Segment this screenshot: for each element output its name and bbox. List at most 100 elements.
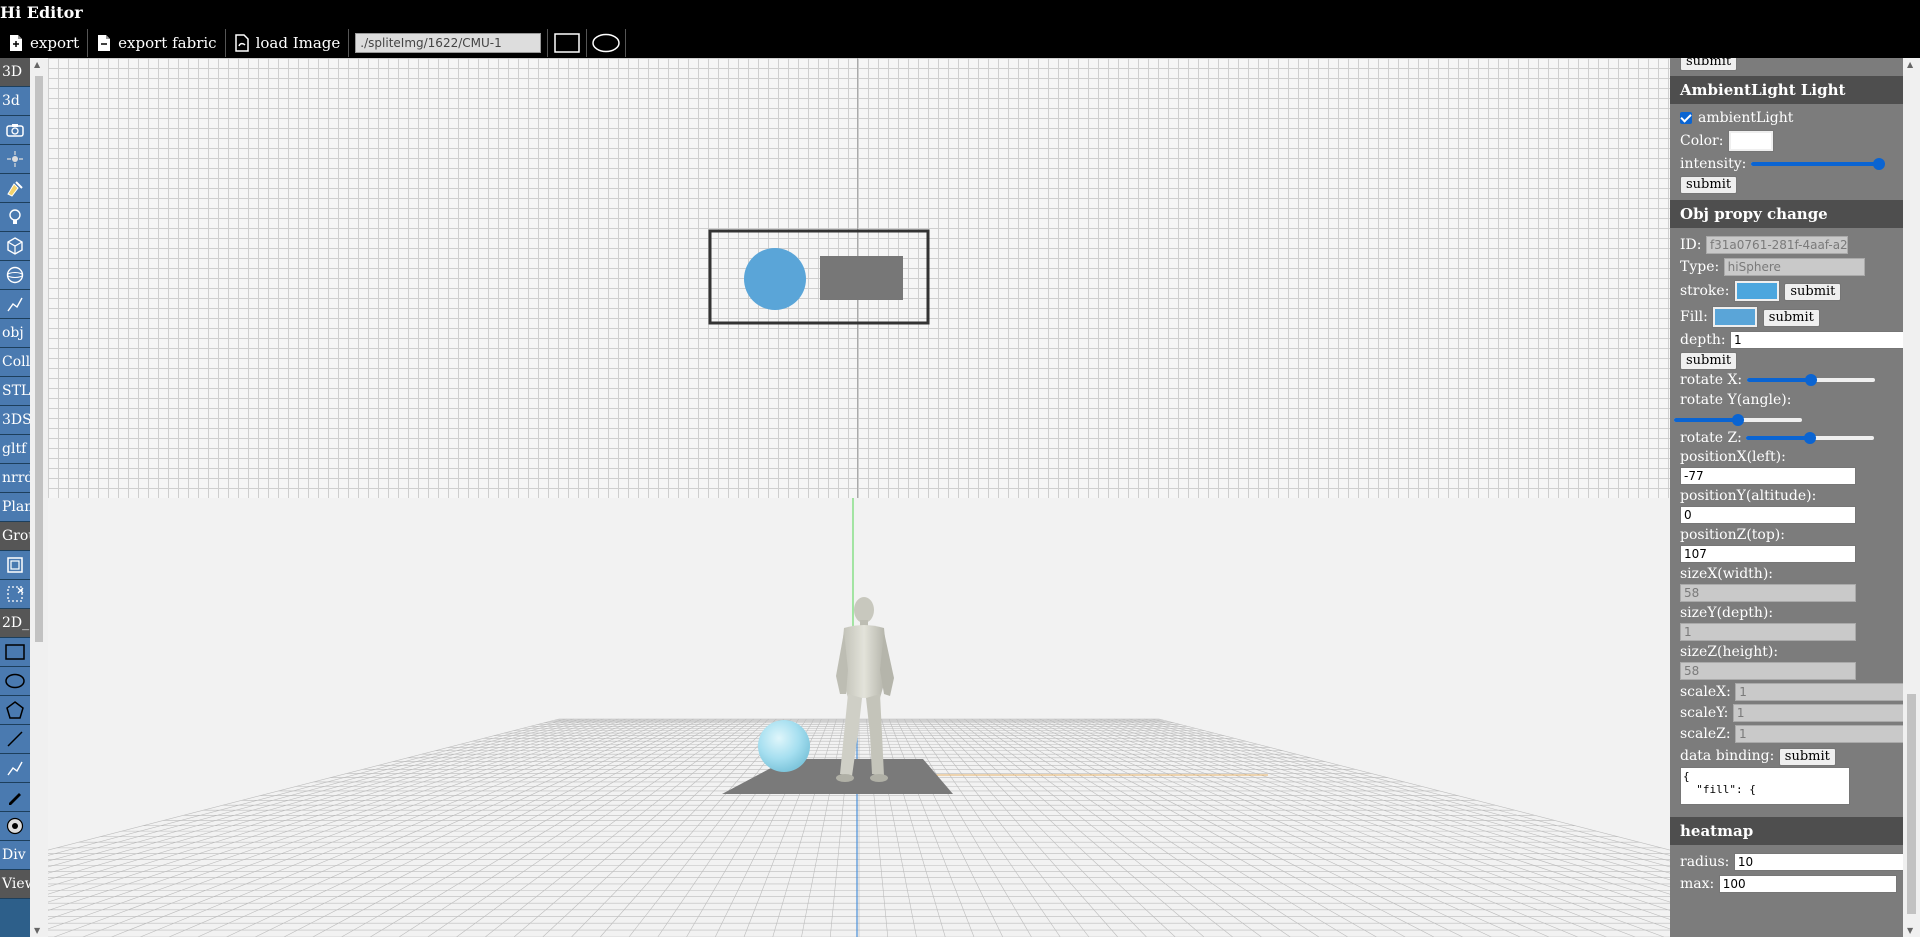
sidebar-item-polyline[interactable] bbox=[0, 290, 30, 319]
ambient-submit-button[interactable]: submit bbox=[1680, 176, 1738, 194]
draw-ellipse-button[interactable] bbox=[587, 29, 627, 57]
sidebar-item-plane[interactable]: Plane bbox=[0, 493, 30, 522]
sidebar-item-colla[interactable]: Colla bbox=[0, 348, 30, 377]
depth-submit-button[interactable]: submit bbox=[1680, 352, 1738, 370]
depth-field[interactable]: 1 bbox=[1730, 331, 1903, 349]
rotate-y-slider[interactable] bbox=[1674, 413, 1802, 427]
sphere-icon bbox=[6, 266, 24, 284]
id-field[interactable]: f31a0761-281f-4aaf-a281-5e bbox=[1705, 236, 1848, 254]
sidebar-item-3d[interactable]: 3d bbox=[0, 87, 30, 116]
image-path-input[interactable]: ./spliteImg/1622/CMU-1 bbox=[355, 33, 542, 53]
rect-2d[interactable] bbox=[820, 256, 903, 300]
stroke-submit-button[interactable]: submit bbox=[1784, 283, 1842, 301]
binding-textarea[interactable]: { "fill": { bbox=[1680, 767, 1850, 805]
sizey-field[interactable]: 1 bbox=[1680, 623, 1856, 641]
posy-field[interactable]: 0 bbox=[1680, 506, 1856, 524]
right-scrollbar[interactable]: ▲ ▼ bbox=[1903, 58, 1920, 937]
rotate-x-slider[interactable] bbox=[1746, 373, 1875, 387]
scalez-field[interactable]: 1 bbox=[1735, 725, 1903, 743]
posx-label: positionX(left): bbox=[1680, 449, 1786, 465]
bulb-icon bbox=[7, 208, 23, 226]
left-scrollbar[interactable]: ▲ ▼ bbox=[30, 58, 48, 937]
scaley-field[interactable]: 1 bbox=[1732, 704, 1903, 722]
polygon-icon bbox=[5, 701, 25, 719]
sizez-field[interactable]: 58 bbox=[1680, 662, 1856, 680]
intensity-slider[interactable] bbox=[1750, 157, 1885, 171]
binding-submit-button[interactable]: submit bbox=[1778, 748, 1836, 766]
load-image-button[interactable]: load Image bbox=[226, 29, 350, 57]
sidebar-item-rect[interactable] bbox=[0, 638, 30, 667]
group-icon bbox=[6, 556, 24, 574]
circle-2d[interactable] bbox=[744, 248, 806, 310]
left-scroll-thumb[interactable] bbox=[35, 76, 43, 642]
type-field[interactable]: hiSphere bbox=[1723, 258, 1865, 276]
scalex-field[interactable]: 1 bbox=[1735, 683, 1903, 701]
sidebar-item-bulb[interactable] bbox=[0, 203, 30, 232]
export-fabric-button[interactable]: export fabric bbox=[88, 29, 226, 57]
properties-panel: submit AmbientLight Light ambientLight C… bbox=[1670, 58, 1903, 937]
ambient-color-picker[interactable] bbox=[1727, 130, 1774, 152]
sidebar-item-ungroup[interactable] bbox=[0, 580, 30, 609]
sidebar-item-ellipse[interactable] bbox=[0, 667, 30, 696]
sidebar-item-pen[interactable] bbox=[0, 783, 30, 812]
ambient-light-checkbox[interactable] bbox=[1680, 112, 1692, 124]
canvas-2d-grid[interactable] bbox=[48, 58, 1670, 498]
sidebar-item-label: nrrd bbox=[2, 470, 30, 486]
posz-field[interactable]: 107 bbox=[1680, 545, 1856, 563]
max-field[interactable]: 100 bbox=[1718, 875, 1897, 893]
rotate-z-slider[interactable] bbox=[1746, 431, 1875, 445]
sidebar-item-3d[interactable]: 3D bbox=[0, 58, 30, 87]
sidebar-item-div[interactable]: Div bbox=[0, 841, 30, 870]
editor-canvas[interactable] bbox=[48, 58, 1670, 937]
sphere-3d[interactable] bbox=[758, 720, 810, 772]
posx-field[interactable]: -77 bbox=[1680, 467, 1856, 485]
sidebar-item-label: Colla bbox=[2, 354, 30, 370]
sidebar-item-stl[interactable]: STL bbox=[0, 377, 30, 406]
top-submit-button[interactable]: submit bbox=[1680, 58, 1738, 71]
sidebar-item-label: 3DS bbox=[2, 412, 30, 428]
scalex-label: scaleX: bbox=[1680, 684, 1731, 700]
sidebar-item-obj[interactable]: obj bbox=[0, 319, 30, 348]
sidebar-item-nrrd[interactable]: nrrd bbox=[0, 464, 30, 493]
depth-label: depth: bbox=[1680, 332, 1726, 348]
ellipse-icon bbox=[5, 673, 25, 689]
left-toolbar: 3D 3d obj Colla STL 3DS gltf nrrd Plane Grou 2D_S D… bbox=[0, 58, 30, 937]
sidebar-item-polyline[interactable] bbox=[0, 754, 30, 783]
sidebar-item-gltf[interactable]: gltf bbox=[0, 435, 30, 464]
fill-submit-button[interactable]: submit bbox=[1762, 309, 1820, 327]
draw-rect-button[interactable] bbox=[547, 29, 588, 57]
sidebar-item-view[interactable]: View bbox=[0, 870, 30, 899]
toolbar: export export fabric load Image ./splite… bbox=[0, 29, 627, 57]
sidebar-item-2d_s[interactable]: 2D_S bbox=[0, 609, 30, 638]
sidebar-item-line[interactable] bbox=[0, 725, 30, 754]
sidebar-item-target[interactable] bbox=[0, 812, 30, 841]
rectangle-icon bbox=[554, 33, 581, 53]
export-button[interactable]: export bbox=[0, 29, 89, 57]
sidebar-item-point-light[interactable] bbox=[0, 145, 30, 174]
load-image-label: load Image bbox=[255, 34, 341, 52]
sidebar-item-grou[interactable]: Grou bbox=[0, 522, 30, 551]
fill-color-picker[interactable] bbox=[1712, 306, 1759, 328]
sidebar-item-paint[interactable] bbox=[0, 174, 30, 203]
sidebar-item-camera[interactable] bbox=[0, 116, 30, 145]
camera-icon bbox=[6, 123, 24, 137]
stroke-color-picker[interactable] bbox=[1733, 280, 1780, 302]
ambient-light-heading: AmbientLight Light bbox=[1670, 76, 1903, 104]
right-scroll-thumb[interactable] bbox=[1907, 694, 1916, 914]
sidebar-item-cube[interactable] bbox=[0, 232, 30, 261]
canvas-3d-scene[interactable] bbox=[48, 498, 1670, 937]
posz-label: positionZ(top): bbox=[1680, 527, 1785, 543]
rotate-z-label: rotate Z: bbox=[1680, 430, 1742, 446]
sizex-field[interactable]: 58 bbox=[1680, 584, 1856, 602]
sidebar-item-polygon[interactable] bbox=[0, 696, 30, 725]
sidebar-item-group[interactable] bbox=[0, 551, 30, 580]
sidebar-item-label: 2D_S bbox=[2, 615, 30, 631]
radius-label: radius: bbox=[1680, 854, 1730, 870]
sidebar-item-label: View bbox=[2, 876, 30, 892]
export-fabric-icon bbox=[98, 35, 111, 51]
polyline-icon bbox=[6, 295, 24, 313]
sidebar-item-3ds[interactable]: 3DS bbox=[0, 406, 30, 435]
radius-field[interactable]: 10 bbox=[1733, 853, 1903, 871]
sidebar-item-sphere[interactable] bbox=[0, 261, 30, 290]
sizey-label: sizeY(depth): bbox=[1680, 605, 1774, 621]
